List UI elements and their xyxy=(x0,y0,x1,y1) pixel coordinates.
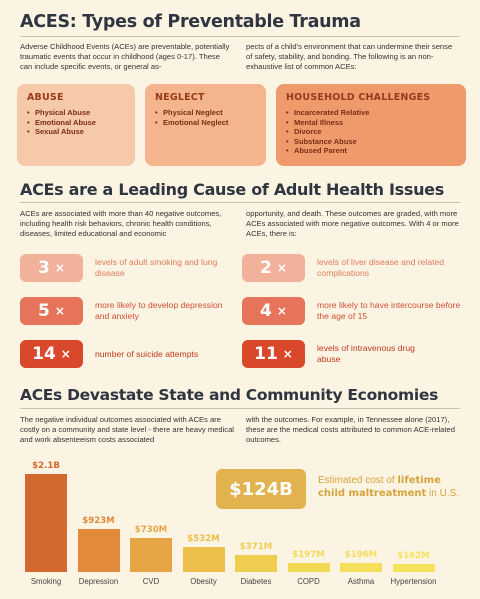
times-icon: × xyxy=(282,347,293,361)
stat-badge: 14 × xyxy=(20,340,83,368)
chart-category-label: Asthma xyxy=(347,577,375,586)
chart-bar-cvd xyxy=(130,537,172,572)
stat-suicide: 14 × number of suicide attempts xyxy=(20,340,245,368)
medical-cost-bar-chart: $2.1B Smoking $923M Depression $730M CVD $532M… xyxy=(0,450,480,599)
chart-bar-hypertension xyxy=(392,564,435,572)
card-abuse-title: ABUSE xyxy=(27,92,64,103)
chart-bar-diabetes xyxy=(235,554,277,572)
chart-bar-copd xyxy=(287,562,330,572)
section3-intro-right: with the outcomes. For example, in Tenne… xyxy=(246,415,455,445)
stat-depression: 5 × more likely to develop depression an… xyxy=(20,297,235,325)
chart-category-label: Diabetes xyxy=(240,577,272,586)
card-household: HOUSEHOLD CHALLENGES Incarcerated Relati… xyxy=(276,84,466,166)
section1-intro-right: pects of a child's environment that can … xyxy=(246,42,453,72)
stat-badge: 3 × xyxy=(20,254,83,282)
stat-badge: 4 × xyxy=(242,297,305,325)
times-icon: × xyxy=(60,347,71,361)
card-neglect-list: Physical Neglect Emotional Neglect xyxy=(155,108,256,127)
chart-category-label: Depression xyxy=(78,577,119,586)
card-household-title: HOUSEHOLD CHALLENGES xyxy=(286,92,431,103)
times-icon: × xyxy=(54,304,65,318)
stat-text: levels of intravenous drug abuse xyxy=(317,343,415,364)
section3-intro-left: The negative individual outcomes associa… xyxy=(20,415,234,445)
chart-bar-smoking xyxy=(25,474,67,572)
card-neglect: NEGLECT Physical Neglect Emotional Negle… xyxy=(145,84,266,166)
section2-divider xyxy=(20,202,460,203)
stat-number: 3 xyxy=(38,258,50,278)
stat-badge: 2 × xyxy=(242,254,305,282)
list-item: Mental Illness xyxy=(286,118,456,128)
stat-badge: 5 × xyxy=(20,297,83,325)
section3-title: ACEs Devastate State and Community Econo… xyxy=(20,386,439,404)
card-abuse-list: Physical Abuse Emotional Abuse Sexual Ab… xyxy=(27,108,125,137)
stat-intercourse: 4 × more likely to have intercourse befo… xyxy=(242,297,467,325)
chart-value-label: $197M xyxy=(292,549,325,560)
chart-value-label: $2.1B xyxy=(32,461,60,471)
stat-number: 11 xyxy=(254,344,278,364)
list-item: Physical Neglect xyxy=(155,108,256,118)
list-item: Sexual Abuse xyxy=(27,127,125,137)
chart-category-label: Hypertension xyxy=(390,577,437,586)
chart-value-label: $371M xyxy=(239,541,273,552)
list-item: Emotional Neglect xyxy=(155,118,256,128)
chart-category-label: COPD xyxy=(297,577,320,586)
stat-text: more likely to have intercourse before t… xyxy=(317,300,461,321)
section1-divider xyxy=(20,36,460,37)
chart-category-label: Obesity xyxy=(190,577,217,586)
stat-text: more likely to develop depression and an… xyxy=(95,300,223,321)
section1-title: ACES: Types of Preventable Trauma xyxy=(20,12,361,32)
list-item: Physical Abuse xyxy=(27,108,125,118)
section2-title: ACEs are a Leading Cause of Adult Health… xyxy=(20,180,444,199)
stat-text: levels of adult smoking and lung disease xyxy=(95,257,218,278)
list-item: Divorce xyxy=(286,127,456,137)
list-item: Substance Abuse xyxy=(286,137,456,147)
chart-bar-asthma xyxy=(340,562,382,572)
chart-category-label: Smoking xyxy=(30,577,62,586)
card-neglect-title: NEGLECT xyxy=(155,92,205,103)
stat-badge: 11 × xyxy=(242,340,305,368)
chart-bar-obesity xyxy=(182,547,225,572)
list-item: Incarcerated Relative xyxy=(286,108,456,118)
card-household-list: Incarcerated Relative Mental Illness Div… xyxy=(286,108,456,156)
stat-text: number of suicide attempts xyxy=(95,348,199,359)
chart-value-label: $196M xyxy=(344,549,378,560)
stat-liver: 2 × levels of liver disease and related … xyxy=(242,254,457,282)
stat-number: 5 xyxy=(38,301,50,321)
card-abuse: ABUSE Physical Abuse Emotional Abuse Sex… xyxy=(17,84,135,166)
list-item: Abused Parent xyxy=(286,146,456,156)
stat-smoking: 3 × levels of adult smoking and lung dis… xyxy=(20,254,235,282)
stat-drug: 11 × levels of intravenous drug abuse xyxy=(242,340,427,368)
chart-bar-depression xyxy=(77,528,120,572)
section2-intro-left: ACEs are associated with more than 40 ne… xyxy=(20,209,222,239)
chart-value-label: $730M xyxy=(134,524,168,535)
section3-divider xyxy=(20,408,460,409)
section1-intro-left: Adverse Childhood Events (ACEs) are prev… xyxy=(20,42,230,72)
stat-number: 2 xyxy=(260,258,272,278)
list-item: Emotional Abuse xyxy=(27,118,125,128)
chart-value-label: $532M xyxy=(187,534,220,545)
stat-number: 4 xyxy=(260,301,272,321)
stat-text: levels of liver disease and related comp… xyxy=(317,257,445,278)
chart-category-label: CVD xyxy=(142,577,160,586)
times-icon: × xyxy=(276,261,287,275)
section2-intro-right: opportunity, and death. These outcomes a… xyxy=(246,209,459,239)
times-icon: × xyxy=(276,304,287,318)
stat-number: 14 xyxy=(32,344,56,364)
times-icon: × xyxy=(54,261,65,275)
chart-value-label: $162M xyxy=(397,551,430,562)
chart-value-label: $923M xyxy=(82,515,115,526)
